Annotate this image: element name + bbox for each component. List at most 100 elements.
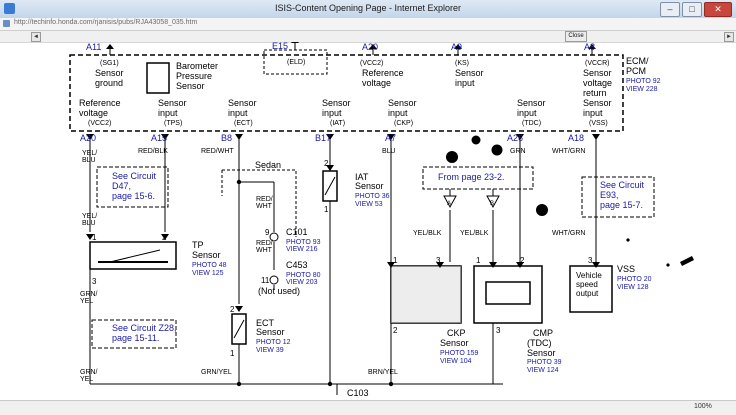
ecm-pin-a9: A9 xyxy=(451,42,462,52)
c453-pin-11: 11 xyxy=(261,276,270,285)
c453-view[interactable]: VIEW 203 xyxy=(286,279,318,286)
tp-photo[interactable]: PHOTO 48 xyxy=(192,262,227,269)
pin-b8: B8 xyxy=(221,133,232,143)
scroll-left-button[interactable]: ◄ xyxy=(31,32,41,42)
ecm-photo[interactable]: PHOTO 92 xyxy=(626,78,661,85)
wire-label-grnyel-4: YEL xyxy=(80,376,93,383)
baro-sensor-box xyxy=(146,62,170,94)
c101-view[interactable]: VIEW 216 xyxy=(286,246,318,253)
tp-sensor-box xyxy=(89,241,177,270)
c101-photo[interactable]: PHOTO 93 xyxy=(286,239,321,246)
lbl-svr-2: voltage xyxy=(583,78,612,88)
circuit-d47-l3[interactable]: page 15-6. xyxy=(112,191,155,201)
minimize-button[interactable]: – xyxy=(660,2,680,17)
pin-a26: A26 xyxy=(507,133,523,143)
page-icon xyxy=(3,20,10,27)
sedan-label: Sedan xyxy=(255,160,281,170)
lbl-svr-3: return xyxy=(583,88,607,98)
close-window-button[interactable]: ✕ xyxy=(704,2,732,17)
vss-photo[interactable]: PHOTO 20 xyxy=(617,276,652,283)
iat-pin-2: 2 xyxy=(324,159,329,168)
tp-name: TP xyxy=(192,240,204,250)
cmp-sensor-box xyxy=(473,265,543,324)
lbl-b-tdc-2: input xyxy=(517,108,537,118)
tp-pin-3: 3 xyxy=(92,277,97,286)
ckp-pin-1: 1 xyxy=(393,256,398,265)
window-controls: – □ ✕ xyxy=(660,2,732,17)
lbl-b-tdc-3: (TDC) xyxy=(522,120,541,127)
pin-desc-vccr: (VCCR) xyxy=(585,60,610,67)
cmp-pin-2: 2 xyxy=(520,256,525,265)
circuit-e93-l1[interactable]: See Circuit xyxy=(600,180,645,190)
iat-photo[interactable]: PHOTO 36 xyxy=(355,193,390,200)
cmp-photo[interactable]: PHOTO 39 xyxy=(527,359,562,366)
title-bar: ISIS-Content Opening Page - Internet Exp… xyxy=(0,0,736,19)
c453-label: C453 xyxy=(286,260,308,270)
ecm-pin-e15: E15 xyxy=(272,42,288,51)
circuit-z28-l2[interactable]: page 15-11. xyxy=(112,333,159,343)
lbl-b-tps-2: input xyxy=(158,108,178,118)
circuit-d47-l1[interactable]: See Circuit xyxy=(112,171,157,181)
from-page-link[interactable]: From page 23-2. xyxy=(438,172,505,182)
circuit-z28-l1[interactable]: See Circuit Z28, xyxy=(112,323,177,333)
tp-view[interactable]: VIEW 125 xyxy=(192,270,224,277)
cmp-pin-3: 3 xyxy=(496,326,501,335)
iat-view[interactable]: VIEW 53 xyxy=(355,201,383,208)
lbl-b-vss-2: input xyxy=(583,108,603,118)
circuit-e93-l2[interactable]: E93, xyxy=(600,190,619,200)
ckp-pin-2: 2 xyxy=(393,326,398,335)
wire-label-yelblu-2: BLU xyxy=(82,157,96,164)
wire-label-redwht: RED/WHT xyxy=(201,148,234,155)
close-button[interactable]: Close xyxy=(565,31,587,42)
c453-photo[interactable]: PHOTO 80 xyxy=(286,272,321,279)
circuit-d47-l2[interactable]: D47, xyxy=(112,181,131,191)
lbl-b-refv-2: voltage xyxy=(79,108,108,118)
pin-a18: A18 xyxy=(568,133,584,143)
circuit-e93-l3[interactable]: page 15-7. xyxy=(600,200,643,210)
ecm-title-1: ECM/ xyxy=(626,56,649,66)
lbl-b-refv-3: (VCC2) xyxy=(88,120,111,127)
iat-sub: Sensor xyxy=(355,181,384,191)
iat-pin-1: 1 xyxy=(324,205,329,214)
tp-pin-1: 1 xyxy=(92,233,97,242)
wire-label-redwht-3: RED/ xyxy=(256,240,273,247)
tp-sub: Sensor xyxy=(192,250,221,260)
wire-label-yelblu: YEL/ xyxy=(82,150,97,157)
url-text[interactable]: http://techinfo.honda.com/rjanisis/pubs/… xyxy=(14,19,197,26)
cmp-sub1: (TDC) xyxy=(527,338,552,348)
maximize-button[interactable]: □ xyxy=(682,2,702,17)
vss-l2: speed xyxy=(576,280,598,289)
zoom-level[interactable]: 100% xyxy=(694,403,712,410)
scroll-right-button[interactable]: ► xyxy=(724,32,734,42)
c101-label: C101 xyxy=(286,227,308,237)
wire-label-grnyel-3: GRN/ xyxy=(80,369,98,376)
lbl-b-ect-3: (ECT) xyxy=(234,120,253,127)
lbl-b-iat-3: (IAT) xyxy=(330,120,345,127)
wire-label-yelblk-1: YEL/BLK xyxy=(413,230,442,237)
pin-a7: A7 xyxy=(385,133,396,143)
ect-sub: Sensor xyxy=(256,327,285,337)
ckp-view[interactable]: VIEW 104 xyxy=(440,358,472,365)
vss-view[interactable]: VIEW 128 xyxy=(617,284,649,291)
status-bar: 100% xyxy=(0,400,736,415)
address-bar: http://techinfo.honda.com/rjanisis/pubs/… xyxy=(0,18,736,31)
lbl-baro-1: Barometer xyxy=(176,61,218,71)
lbl-sensor-ground-1: Sensor xyxy=(95,68,124,78)
wire-label-whtgrn: WHT/GRN xyxy=(552,148,585,155)
tp-pin-2: 2 xyxy=(162,233,167,242)
wire-label-grn: GRN xyxy=(510,148,526,155)
lbl-ref-voltage-2: voltage xyxy=(362,78,391,88)
lbl-sensor-ground-2: ground xyxy=(95,78,123,88)
junction-a: A xyxy=(447,201,451,207)
wire-label-brnyel: BRN/YEL xyxy=(368,369,398,376)
wiring-diagram: A11 E15 A20 A9 A8 (SG1) (ELD) (VCC2) (KS… xyxy=(69,42,694,398)
ect-view[interactable]: VIEW 39 xyxy=(256,347,284,354)
ecm-view[interactable]: VIEW 228 xyxy=(626,86,658,93)
cmp-view[interactable]: VIEW 124 xyxy=(527,367,559,374)
ect-photo[interactable]: PHOTO 12 xyxy=(256,339,291,346)
pin-a20: A20 xyxy=(80,133,96,143)
lbl-b-vss-1: Sensor xyxy=(583,98,612,108)
ckp-photo[interactable]: PHOTO 159 xyxy=(440,350,478,357)
wire-label-blu: BLU xyxy=(382,148,396,155)
ecm-pin-a20-top: A20 xyxy=(362,42,378,52)
